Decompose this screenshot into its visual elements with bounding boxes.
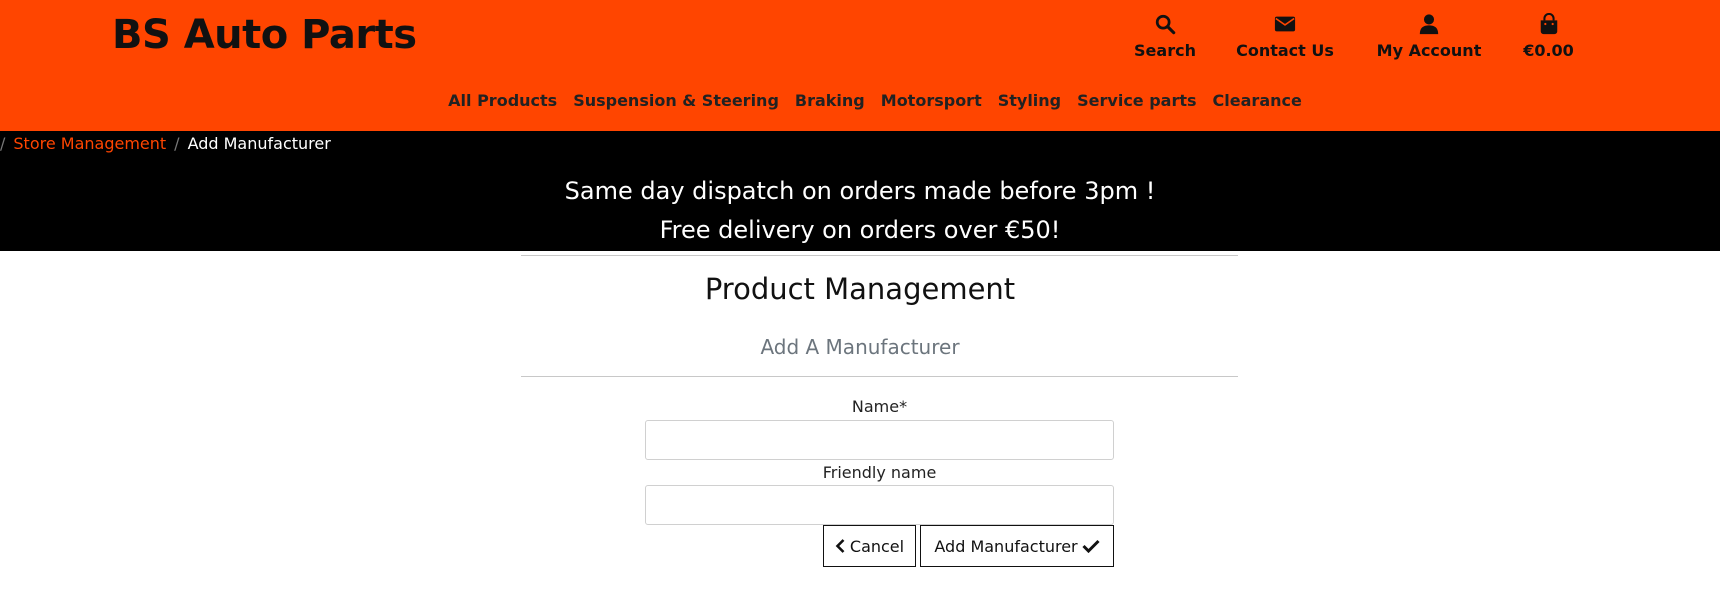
- nav-styling[interactable]: Styling: [990, 91, 1069, 110]
- check-icon: [1082, 539, 1100, 553]
- nav-clearance[interactable]: Clearance: [1205, 91, 1310, 110]
- friendly-name-input[interactable]: [645, 485, 1114, 525]
- search-icon: [1155, 14, 1176, 35]
- envelope-icon: [1274, 16, 1296, 32]
- add-manufacturer-label: Add Manufacturer: [934, 536, 1078, 556]
- bag-total: €0.00: [1523, 41, 1574, 60]
- cancel-label: Cancel: [849, 536, 905, 556]
- breadcrumb: / Store Management / Add Manufacturer: [0, 134, 331, 153]
- name-input[interactable]: [645, 420, 1114, 460]
- nav-motorsport[interactable]: Motorsport: [873, 91, 990, 110]
- breadcrumb-current: Add Manufacturer: [187, 134, 331, 153]
- search-label: Search: [1134, 41, 1196, 60]
- site-logo[interactable]: BS Auto Parts: [112, 12, 417, 58]
- contact-link[interactable]: Contact Us: [1232, 10, 1338, 66]
- nav-suspension-steering[interactable]: Suspension & Steering: [565, 91, 787, 110]
- page-title: Product Management: [704, 272, 1016, 306]
- promo-delivery: Free delivery on orders over €50!: [659, 216, 1061, 244]
- contact-label: Contact Us: [1236, 41, 1334, 60]
- page-subtitle: Add A Manufacturer: [760, 335, 960, 359]
- shopping-bag-icon: [1540, 13, 1557, 35]
- nav-service-parts[interactable]: Service parts: [1069, 91, 1204, 110]
- promo-dispatch: Same day dispatch on orders made before …: [564, 177, 1156, 205]
- divider: [521, 376, 1238, 377]
- breadcrumb-separator: /: [174, 134, 180, 153]
- search-link[interactable]: Search: [1125, 10, 1205, 66]
- user-icon: [1419, 14, 1439, 35]
- account-link[interactable]: My Account: [1371, 10, 1487, 66]
- nav-all-products[interactable]: All Products: [440, 91, 565, 110]
- breadcrumb-store-management[interactable]: Store Management: [13, 134, 166, 153]
- name-label: Name*: [851, 397, 908, 416]
- divider: [521, 255, 1238, 256]
- add-manufacturer-button[interactable]: Add Manufacturer: [920, 525, 1114, 567]
- friendly-name-label: Friendly name: [822, 463, 937, 482]
- chevron-left-icon: [835, 539, 845, 553]
- cancel-button[interactable]: Cancel: [823, 525, 916, 567]
- nav-braking[interactable]: Braking: [787, 91, 873, 110]
- bag-link[interactable]: €0.00: [1520, 10, 1577, 66]
- main-nav: All Products Suspension & Steering Braki…: [0, 91, 1720, 110]
- account-label: My Account: [1376, 41, 1482, 60]
- breadcrumb-separator: /: [0, 134, 6, 153]
